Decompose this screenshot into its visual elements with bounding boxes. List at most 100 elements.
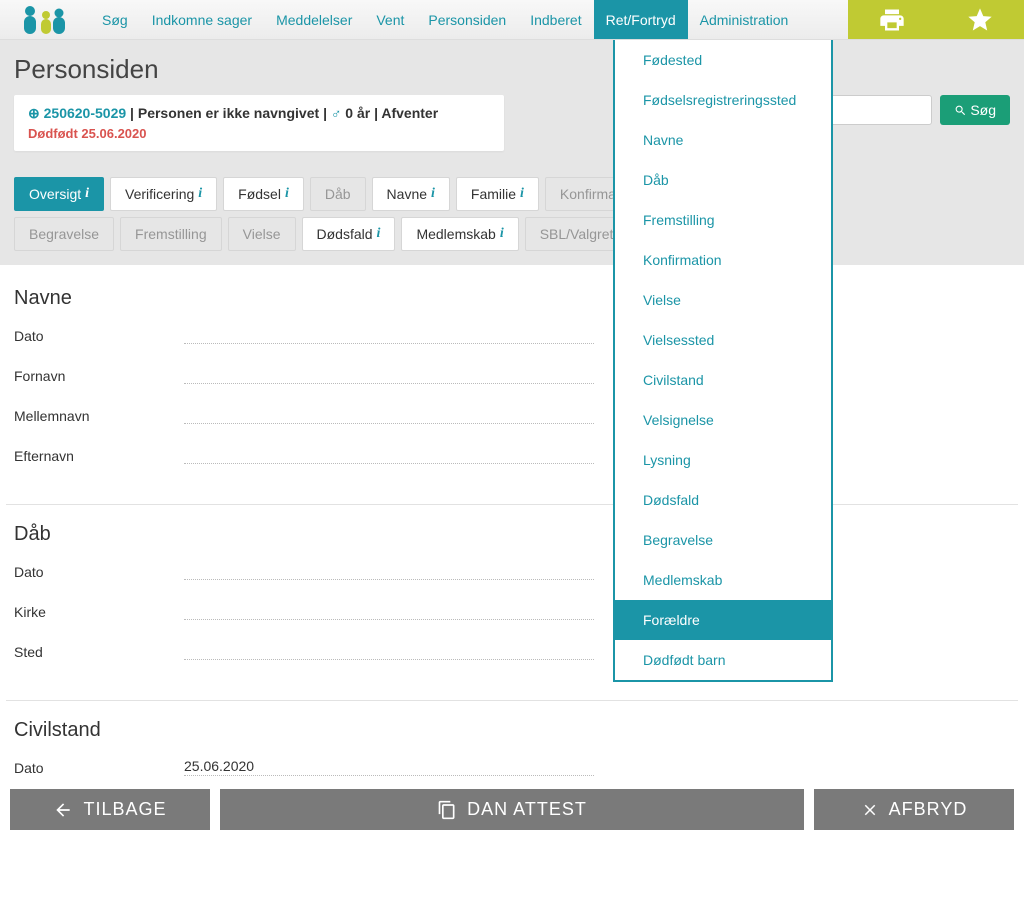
nav-link-s-g[interactable]: Søg: [90, 0, 140, 39]
top-nav: SøgIndkomne sagerMeddelelserVentPersonsi…: [0, 0, 1024, 40]
dropdown-item-dødsfald[interactable]: Dødsfald: [615, 480, 831, 520]
field-value: [184, 326, 594, 344]
field-label: Sted: [14, 644, 184, 660]
field-value: [184, 562, 594, 580]
field-row: Dato: [14, 562, 1010, 580]
info-icon: i: [198, 186, 202, 202]
field-label: Dato: [14, 564, 184, 580]
dropdown-item-lysning[interactable]: Lysning: [615, 440, 831, 480]
tabs-row-1: OversigtiVerificeringiFødseliDåbNavneiFa…: [14, 177, 1010, 211]
dropdown-item-fremstilling[interactable]: Fremstilling: [615, 200, 831, 240]
nav-link-meddelelser[interactable]: Meddelelser: [264, 0, 364, 39]
star-icon: [966, 6, 994, 34]
dropdown-item-vielsessted[interactable]: Vielsessted: [615, 320, 831, 360]
field-row: Sted: [14, 642, 1010, 660]
person-summary-card: ⊕ 250620-5029 | Personen er ikke navngiv…: [14, 95, 504, 151]
field-row: Efternavn: [14, 446, 1010, 464]
detail-area: Navne Dato Fornavn Mellemnavn Efternavn Dåb…: [0, 265, 1024, 783]
add-icon[interactable]: ⊕: [28, 105, 40, 121]
back-button[interactable]: TILBAGE: [10, 789, 210, 830]
ret-fortryd-dropdown: FødestedFødselsregistreringsstedNavneDåb…: [613, 40, 833, 682]
field-label: Dato: [14, 760, 184, 776]
tab-fremstilling: Fremstilling: [120, 217, 222, 251]
field-row: Dato: [14, 326, 1010, 344]
section-title: Dåb: [14, 523, 1010, 546]
dropdown-item-medlemskab[interactable]: Medlemskab: [615, 560, 831, 600]
info-icon: i: [285, 186, 289, 202]
tab-navne[interactable]: Navnei: [372, 177, 450, 211]
info-icon: i: [500, 226, 504, 242]
dropdown-item-navne[interactable]: Navne: [615, 120, 831, 160]
person-cpr: 250620-5029: [44, 105, 127, 121]
print-icon: [878, 6, 906, 34]
field-value: [184, 406, 594, 424]
tab-medlemskab[interactable]: Medlemskabi: [401, 217, 518, 251]
dropdown-item-fødested[interactable]: Fødested: [615, 40, 831, 80]
field-row: Mellemnavn: [14, 406, 1010, 424]
person-status: Afventer: [381, 105, 438, 121]
field-row: Fornavn: [14, 366, 1010, 384]
field-label: Kirke: [14, 604, 184, 620]
arrow-left-icon: [53, 800, 73, 820]
field-value: 25.06.2020: [184, 758, 594, 776]
section-daab: Dåb Dato Kirke Sted: [6, 523, 1018, 701]
dropdown-item-civilstand[interactable]: Civilstand: [615, 360, 831, 400]
field-label: Dato: [14, 328, 184, 344]
field-label: Mellemnavn: [14, 408, 184, 424]
gender-icon: ♂: [331, 105, 342, 121]
field-value: [184, 366, 594, 384]
tab-dåb: Dåb: [310, 177, 366, 211]
nav-link-ret-fortryd[interactable]: Ret/Fortryd: [594, 0, 688, 39]
field-label: Efternavn: [14, 448, 184, 464]
dropdown-item-fødselsregistreringssted[interactable]: Fødselsregistreringssted: [615, 80, 831, 120]
tab-familie[interactable]: Familiei: [456, 177, 539, 211]
document-icon: [437, 800, 457, 820]
nav-link-administration[interactable]: Administration: [688, 0, 801, 39]
section-civilstand: Civilstand Dato25.06.2020: [6, 719, 1018, 777]
person-age: 0 år: [345, 105, 370, 121]
tab-fødsel[interactable]: Fødseli: [223, 177, 304, 211]
field-value: [184, 446, 594, 464]
dropdown-item-dødfødt-barn[interactable]: Dødfødt barn: [615, 640, 831, 680]
search-icon: [954, 104, 967, 117]
field-row: Kirke: [14, 602, 1010, 620]
nav-link-indberet[interactable]: Indberet: [518, 0, 593, 39]
tabs-row-2: BegravelseFremstillingVielseDødsfaldiMed…: [14, 217, 1010, 265]
info-icon: i: [520, 186, 524, 202]
section-title: Navne: [14, 287, 1010, 310]
info-icon: i: [85, 186, 89, 202]
app-logo: [0, 0, 90, 39]
section-navne: Navne Dato Fornavn Mellemnavn Efternavn: [6, 287, 1018, 505]
nav-link-personsiden[interactable]: Personsiden: [416, 0, 518, 39]
info-icon: i: [431, 186, 435, 202]
tab-vielse: Vielse: [228, 217, 296, 251]
field-row: Dato25.06.2020: [14, 758, 1010, 776]
dropdown-item-begravelse[interactable]: Begravelse: [615, 520, 831, 560]
info-icon: i: [377, 226, 381, 242]
footer-actions: TILBAGE DAN ATTEST AFBRYD: [0, 783, 1024, 840]
dropdown-item-velsignelse[interactable]: Velsignelse: [615, 400, 831, 440]
tab-oversigt[interactable]: Oversigti: [14, 177, 104, 211]
tab-begravelse: Begravelse: [14, 217, 114, 251]
search-button[interactable]: Søg: [940, 95, 1010, 125]
dropdown-item-forældre[interactable]: Forældre: [615, 600, 831, 640]
field-value: [184, 642, 594, 660]
print-button[interactable]: [848, 0, 936, 39]
tab-verificering[interactable]: Verificeringi: [110, 177, 217, 211]
dropdown-item-konfirmation[interactable]: Konfirmation: [615, 240, 831, 280]
field-label: Fornavn: [14, 368, 184, 384]
field-value: [184, 602, 594, 620]
tab-dødsfald[interactable]: Dødsfaldi: [302, 217, 396, 251]
favorite-button[interactable]: [936, 0, 1024, 39]
cancel-button[interactable]: AFBRYD: [814, 789, 1014, 830]
person-death: Dødfødt 25.06.2020: [28, 126, 490, 141]
page-title: Personsiden: [14, 54, 1010, 85]
dropdown-item-dåb[interactable]: Dåb: [615, 160, 831, 200]
person-name-status: Personen er ikke navngivet: [138, 105, 319, 121]
nav-link-vent[interactable]: Vent: [364, 0, 416, 39]
section-title: Civilstand: [14, 719, 1010, 742]
generate-certificate-button[interactable]: DAN ATTEST: [220, 789, 804, 830]
nav-link-indkomne-sager[interactable]: Indkomne sager: [140, 0, 264, 39]
close-icon: [861, 801, 879, 819]
dropdown-item-vielse[interactable]: Vielse: [615, 280, 831, 320]
